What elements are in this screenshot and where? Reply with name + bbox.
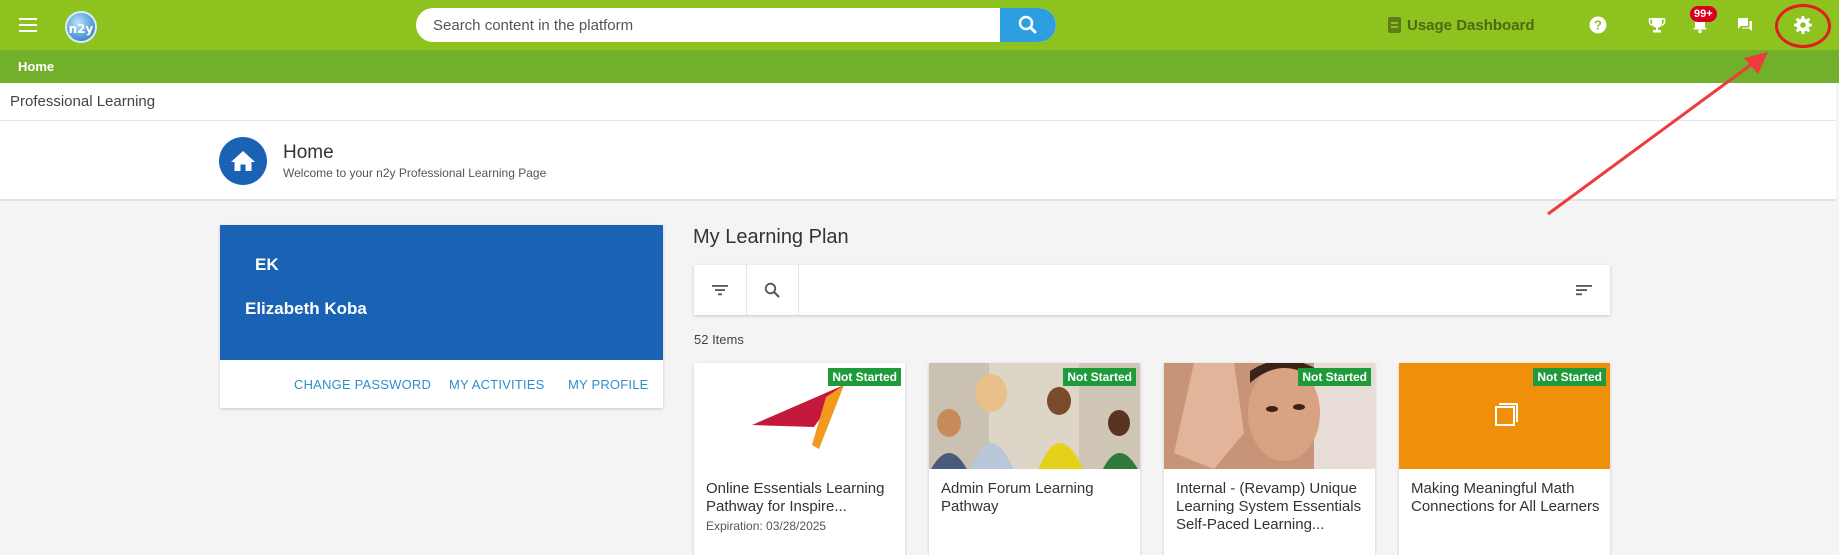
help-icon: ? xyxy=(1589,16,1607,34)
learning-plan-card[interactable]: Not Started Online Essentials Learning P… xyxy=(694,363,905,555)
top-bar: n2y Usage Dashboard ? xyxy=(0,0,1839,50)
page-title: Professional Learning xyxy=(10,93,156,110)
card-title: Online Essentials Learning Pathway for I… xyxy=(706,480,885,515)
toolbar-divider xyxy=(798,265,799,315)
home-icon xyxy=(231,151,255,171)
learning-plan-title: My Learning Plan xyxy=(693,226,849,248)
avatar-initials: EK xyxy=(255,255,279,274)
trophy-icon xyxy=(1648,18,1666,33)
svg-text:?: ? xyxy=(1594,18,1602,33)
achievements-button[interactable] xyxy=(1645,13,1669,37)
status-badge: Not Started xyxy=(1063,368,1136,386)
clipboard-icon xyxy=(1388,17,1401,33)
search-button[interactable] xyxy=(1000,8,1056,42)
status-badge: Not Started xyxy=(828,368,901,386)
learning-plan-card[interactable]: Not Started Making Meaningful Math Conne… xyxy=(1399,363,1610,555)
usage-dashboard-link[interactable]: Usage Dashboard xyxy=(1388,15,1535,35)
profile-banner: EK Elizabeth Koba xyxy=(220,225,663,360)
my-profile-link[interactable]: MY PROFILE xyxy=(568,377,649,392)
learning-plan-toolbar xyxy=(694,265,1610,315)
search-icon xyxy=(764,282,780,298)
card-title: Admin Forum Learning Pathway xyxy=(941,480,1094,515)
card-title: Making Meaningful Math Connections for A… xyxy=(1411,480,1600,515)
status-badge: Not Started xyxy=(1298,368,1371,386)
search-icon xyxy=(1018,15,1037,34)
annotation-circle xyxy=(1775,4,1831,48)
menu-icon[interactable] xyxy=(16,15,40,35)
breadcrumb-bar: Home xyxy=(0,50,1839,83)
home-badge xyxy=(219,137,267,185)
user-name: Elizabeth Koba xyxy=(245,299,367,318)
card-title: Internal - (Revamp) Unique Learning Syst… xyxy=(1176,480,1362,533)
learning-plan-card[interactable]: Not Started Internal - (Revamp) Unique L… xyxy=(1164,363,1375,555)
learning-plan-card[interactable]: Not Started Admin Forum Learning Pathway xyxy=(929,363,1140,555)
search-input[interactable] xyxy=(416,8,1000,42)
chat-icon xyxy=(1738,18,1752,31)
status-badge: Not Started xyxy=(1533,368,1606,386)
my-activities-link[interactable]: MY ACTIVITIES xyxy=(449,377,545,392)
n2y-logo[interactable]: n2y xyxy=(65,11,97,43)
search-bar xyxy=(416,8,1056,42)
filter-icon xyxy=(712,285,728,296)
notifications-badge: 99+ xyxy=(1690,6,1717,22)
profile-card: EK Elizabeth Koba CHANGE PASSWORD MY ACT… xyxy=(220,225,663,408)
hero-subtitle: Welcome to your n2y Professional Learnin… xyxy=(283,166,547,180)
items-count: 52 Items xyxy=(694,332,744,347)
card-expiration: Expiration: 03/28/2025 xyxy=(706,519,827,533)
breadcrumb-home[interactable]: Home xyxy=(18,59,54,74)
plan-search-button[interactable] xyxy=(746,265,798,315)
sort-button[interactable] xyxy=(1558,265,1610,315)
page-title-bar: Professional Learning xyxy=(0,83,1836,121)
messages-button[interactable] xyxy=(1733,13,1757,37)
hero-title: Home xyxy=(283,142,334,163)
filter-button[interactable] xyxy=(694,265,746,315)
change-password-link[interactable]: CHANGE PASSWORD xyxy=(294,377,431,392)
sort-icon xyxy=(1576,285,1592,296)
usage-dashboard-label: Usage Dashboard xyxy=(1407,16,1535,34)
help-button[interactable]: ? xyxy=(1586,13,1610,37)
hero-header: Home Welcome to your n2y Professional Le… xyxy=(0,121,1836,201)
